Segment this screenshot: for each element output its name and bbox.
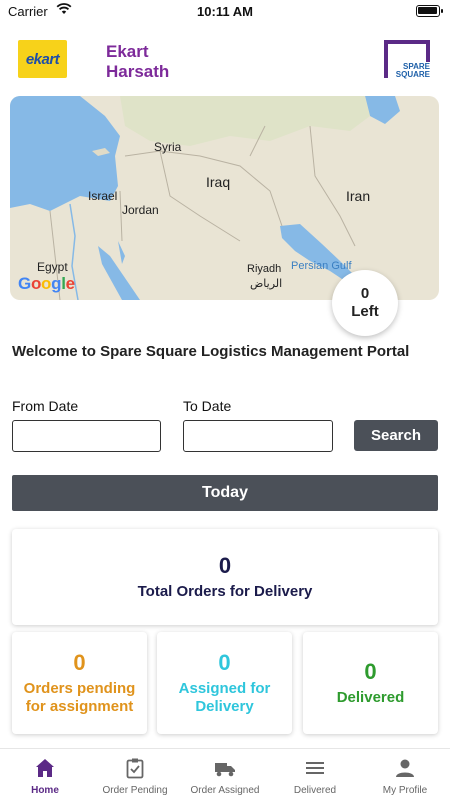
status-bar: Carrier 10:11 AM <box>0 0 450 24</box>
map-label-syria: Syria <box>154 140 182 154</box>
search-button[interactable]: Search <box>354 420 438 451</box>
orders-pending-label: Orders pending for assignment <box>23 680 136 715</box>
title-company: Ekart <box>106 42 149 61</box>
total-orders-card[interactable]: 0 Total Orders for Delivery <box>12 529 438 625</box>
map-view[interactable]: Syria Iraq Israel Jordan Iran Egypt Riya… <box>10 96 439 300</box>
bottom-tab-bar: Home Order Pending Order Assigned Delive… <box>0 748 450 800</box>
delivered-card[interactable]: 0 Delivered <box>303 632 438 734</box>
orders-pending-card[interactable]: 0 Orders pending for assignment <box>12 632 147 734</box>
tab-home[interactable]: Home <box>0 749 90 800</box>
left-count: 0 <box>360 285 370 302</box>
total-orders-label: Total Orders for Delivery <box>137 583 313 600</box>
person-icon <box>396 759 414 777</box>
spare-square-logo: SPARE SQUARE <box>384 40 432 80</box>
map-label-riyadh: Riyadh <box>247 263 282 275</box>
map-label-iran: Iran <box>346 188 371 204</box>
app-title: Ekart Harsath <box>106 42 169 82</box>
left-count-badge[interactable]: 0 Left <box>332 270 398 336</box>
assigned-delivery-label: Assigned for Delivery <box>178 680 271 715</box>
battery-icon <box>416 5 443 17</box>
tab-my-profile[interactable]: My Profile <box>360 749 450 800</box>
map-label-persian-gulf: Persian Gulf <box>291 260 352 272</box>
assigned-delivery-card[interactable]: 0 Assigned for Delivery <box>157 632 292 734</box>
assigned-delivery-count: 0 <box>218 650 231 675</box>
left-label: Left <box>351 303 379 320</box>
map-label-israel: Israel <box>88 189 118 203</box>
total-orders-count: 0 <box>218 553 232 578</box>
to-date-label: To Date <box>183 398 232 414</box>
today-button[interactable]: Today <box>12 475 438 511</box>
to-date-field[interactable] <box>183 420 333 452</box>
tab-delivered[interactable]: Delivered <box>270 749 360 800</box>
clipboard-check-icon <box>126 758 144 779</box>
truck-icon <box>215 763 235 777</box>
ekart-logo: ekart <box>18 40 67 78</box>
home-icon <box>36 759 54 777</box>
tab-order-assigned[interactable]: Order Assigned <box>180 749 270 800</box>
welcome-message: Welcome to Spare Square Logistics Manage… <box>12 343 410 360</box>
google-logo: Google <box>18 274 75 293</box>
map-label-egypt: Egypt <box>37 260 68 274</box>
delivered-count: 0 <box>364 659 377 684</box>
list-icon <box>306 762 324 774</box>
orders-pending-count: 0 <box>73 650 86 675</box>
clock: 10:11 AM <box>197 4 253 19</box>
from-date-field[interactable] <box>12 420 161 452</box>
title-user: Harsath <box>106 62 170 81</box>
map-label-riyadh-ar: الرياض <box>250 278 283 290</box>
tab-order-pending[interactable]: Order Pending <box>90 749 180 800</box>
app-header: ekart Ekart Harsath SPARE SQUARE <box>0 32 450 90</box>
from-date-label: From Date <box>12 398 79 414</box>
delivered-label: Delivered <box>336 689 405 706</box>
map-label-iraq: Iraq <box>206 174 231 190</box>
map-label-jordan: Jordan <box>122 203 159 217</box>
map-terrain <box>10 96 400 300</box>
